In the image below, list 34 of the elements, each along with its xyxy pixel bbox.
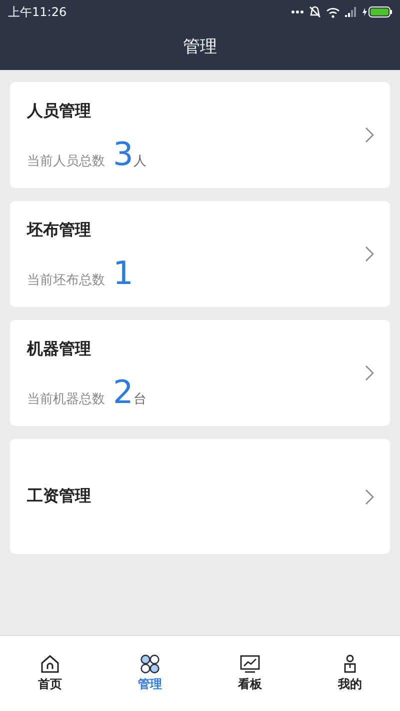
- chevron-right-icon: [365, 127, 374, 143]
- management-card[interactable]: 坯布管理 当前坯布总数 1: [10, 201, 390, 307]
- card-title: 工资管理: [27, 486, 91, 507]
- grid-icon: [140, 654, 160, 674]
- tab-item[interactable]: 我的: [300, 636, 400, 711]
- page-title: 管理: [182, 36, 218, 59]
- chart-monitor-icon: [240, 654, 260, 674]
- more-dots-icon: [291, 10, 304, 14]
- stat-unit: 人: [133, 152, 146, 170]
- stat-value: 2: [113, 376, 134, 408]
- stat-label: 当前机器总数: [27, 390, 105, 408]
- tab-item[interactable]: 管理: [100, 636, 200, 711]
- management-card[interactable]: 工资管理: [10, 439, 390, 554]
- home-icon: [40, 654, 60, 674]
- card-title: 机器管理: [27, 338, 92, 360]
- status-time: 上午11:26: [8, 4, 67, 20]
- stat-label: 当前坯布总数: [27, 272, 105, 288]
- stat-value: 3: [113, 138, 134, 170]
- chevron-right-icon: [365, 365, 374, 381]
- stat-label: 当前人员总数: [27, 152, 105, 170]
- stat-value: 1: [113, 256, 134, 288]
- battery-icon: [362, 6, 392, 18]
- tab-item[interactable]: 看板: [200, 636, 300, 711]
- stat-unit: 台: [133, 390, 146, 408]
- chevron-right-icon: [365, 246, 374, 262]
- tab-item[interactable]: 首页: [0, 636, 100, 711]
- card-title: 人员管理: [27, 100, 92, 122]
- card-title: 坯布管理: [27, 220, 92, 240]
- alarm-off-icon: [309, 6, 321, 18]
- management-card[interactable]: 人员管理 当前人员总数 3人: [10, 82, 390, 188]
- wifi-icon: [326, 6, 340, 18]
- chevron-right-icon: [365, 488, 374, 504]
- management-card[interactable]: 机器管理 当前机器总数 2 台: [10, 320, 390, 426]
- signal-icon: [345, 7, 357, 17]
